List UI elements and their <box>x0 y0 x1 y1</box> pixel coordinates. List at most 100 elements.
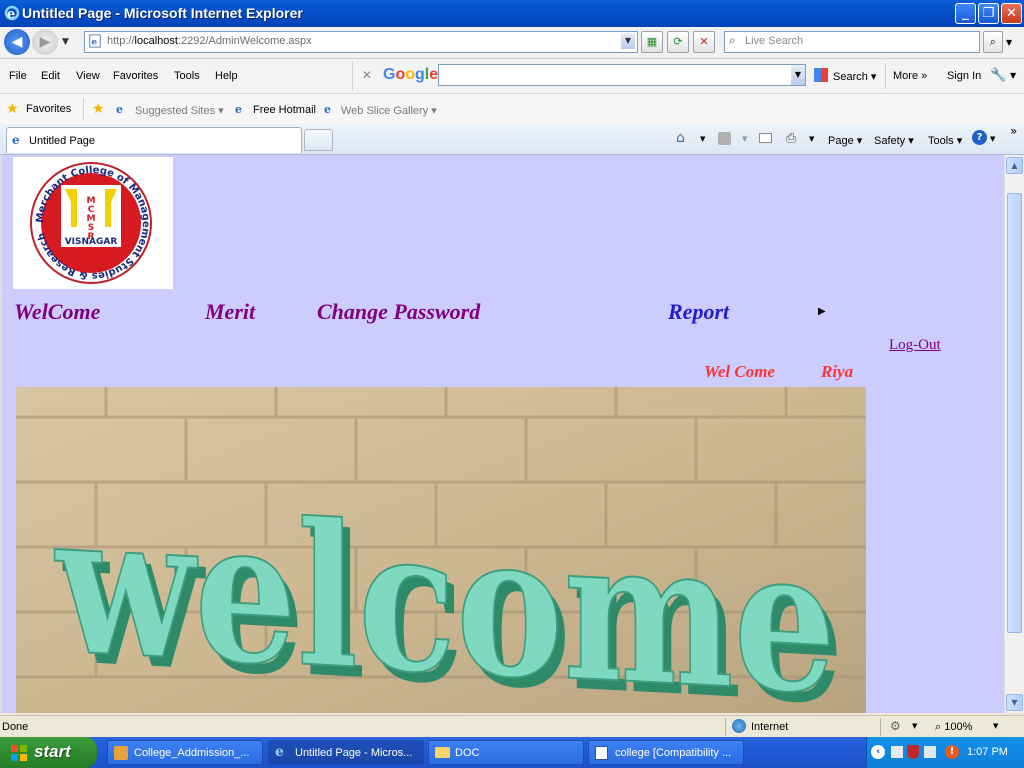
recent-pages-chevron-icon[interactable]: ▼ <box>62 37 69 47</box>
help-icon[interactable]: ? <box>972 130 987 145</box>
menu-favorites[interactable]: Favorites <box>113 70 158 82</box>
refresh-icon[interactable]: ⟳ <box>667 31 689 53</box>
menu-divider <box>352 61 353 91</box>
menu-view[interactable]: View <box>76 70 100 82</box>
tray-monitor-icon[interactable] <box>924 746 936 758</box>
protected-mode-icon[interactable]: ⚙ <box>890 719 901 733</box>
menu-tools[interactable]: Tools <box>174 70 200 82</box>
ie-task-icon: e <box>275 744 284 760</box>
google-logo: Google <box>383 66 439 83</box>
user-name: Riya <box>821 362 854 381</box>
globe-icon <box>732 719 746 733</box>
close-toolbar-icon[interactable]: ✕ <box>362 68 372 82</box>
maximize-button[interactable]: ❐ <box>978 3 999 24</box>
protected-mode-chevron-icon[interactable]: ▼ <box>912 722 917 730</box>
logo-place: VISNAGAR <box>65 237 118 247</box>
favorites-button[interactable]: Favorites <box>26 103 71 115</box>
live-search-input[interactable]: ⌕ Live Search <box>724 31 980 53</box>
task-untitled-page[interactable]: e Untitled Page - Micros... <box>268 740 424 765</box>
suggested-sites-link[interactable]: Suggested Sites ▾ <box>135 104 224 117</box>
safety-menu[interactable]: Safety ▾ <box>874 134 914 147</box>
tray-expand-icon[interactable]: ‹ <box>871 745 885 759</box>
toolbar-overflow-icon[interactable]: » <box>1010 124 1017 138</box>
sign-in-button[interactable]: Sign In <box>947 70 981 82</box>
google-search-button[interactable]: Search ▾ <box>833 70 876 83</box>
feeds-chevron-icon[interactable]: ▼ <box>742 135 747 143</box>
tray-network-icon[interactable] <box>891 746 903 758</box>
web-slice-gallery-link[interactable]: Web Slice Gallery ▾ <box>341 104 437 117</box>
menu-edit[interactable]: Edit <box>41 70 60 82</box>
free-hotmail-link[interactable]: Free Hotmail <box>253 104 316 116</box>
wrench-icon[interactable]: 🔧 <box>990 68 1006 83</box>
page-icon: e <box>89 34 101 48</box>
scroll-thumb[interactable] <box>1007 193 1022 633</box>
wrench-chevron-icon[interactable]: ▼ <box>1010 71 1016 80</box>
page-content: Merchant College of Management Studies &… <box>0 155 1004 713</box>
feeds-icon[interactable] <box>718 132 731 145</box>
tab-bar: e Untitled Page ⌂ ▼ ▼ ⎙ ▼ Page ▾ Safety … <box>0 124 1024 155</box>
task-label: Untitled Page - Micros... <box>295 747 413 759</box>
stop-icon[interactable]: ✕ <box>693 31 715 53</box>
menu-divider-2 <box>885 63 886 89</box>
new-tab-button[interactable] <box>304 129 333 151</box>
google-search-icon <box>814 68 828 82</box>
nav-merit[interactable]: Merit <box>205 299 255 325</box>
welcome-label: Wel Come <box>704 362 775 381</box>
nav-welcome[interactable]: WelCome <box>14 299 100 325</box>
tab-untitled-page[interactable]: e Untitled Page <box>6 127 302 153</box>
address-dropdown-icon[interactable]: ▼ <box>621 33 635 49</box>
task-college-admission[interactable]: College_Addmission_... <box>107 740 263 765</box>
svg-text:e: e <box>7 7 15 21</box>
mail-icon[interactable] <box>759 133 772 143</box>
scroll-down-icon[interactable]: ▼ <box>1006 694 1023 711</box>
ie-logo-icon: e <box>4 5 20 21</box>
ie-tab-icon: e <box>12 133 20 147</box>
menu-help[interactable]: Help <box>215 70 238 82</box>
zoom-level[interactable]: ⌕ 100% <box>935 721 972 734</box>
page-menu[interactable]: Page ▾ <box>828 134 862 147</box>
window-title: Untitled Page - Microsoft Internet Explo… <box>22 5 303 21</box>
minimize-button[interactable]: _ <box>955 3 976 24</box>
google-dropdown-icon[interactable]: ▼ <box>791 65 805 85</box>
college-logo: Merchant College of Management Studies &… <box>13 157 173 289</box>
report-submenu-arrow-icon[interactable]: ▶ <box>818 306 826 317</box>
add-favorite-icon[interactable]: ★ <box>92 101 105 117</box>
compatibility-view-icon[interactable]: ▦ <box>641 31 663 53</box>
college-seal-icon: Merchant College of Management Studies &… <box>30 162 152 284</box>
home-chevron-icon[interactable]: ▼ <box>700 135 705 143</box>
tray-shield-icon[interactable] <box>907 745 919 759</box>
app-icon <box>114 746 128 760</box>
nav-change-password[interactable]: Change Password <box>317 299 480 325</box>
start-label: start <box>34 742 71 761</box>
tools-menu[interactable]: Tools ▾ <box>928 134 962 147</box>
tray-alert-icon[interactable]: ! <box>945 745 959 759</box>
welcome-banner-image: welcome welcome <box>16 387 866 713</box>
scroll-up-icon[interactable]: ▲ <box>1006 157 1023 174</box>
google-search-input[interactable]: ▼ <box>438 64 806 86</box>
task-college-word[interactable]: college [Compatibility ... <box>588 740 744 765</box>
start-button[interactable]: start <box>0 737 97 768</box>
address-bar[interactable]: e http://localhost:2292/AdminWelcome.asp… <box>84 31 638 53</box>
search-go-icon[interactable]: ⌕ <box>983 31 1003 53</box>
close-button[interactable]: ✕ <box>1001 3 1022 24</box>
status-text: Done <box>2 721 29 733</box>
vertical-scrollbar[interactable]: ▲ ▼ <box>1004 155 1024 713</box>
more-button[interactable]: More » <box>893 70 927 82</box>
ie-page-icon: e <box>324 103 331 116</box>
print-icon[interactable]: ⎙ <box>786 131 796 146</box>
task-doc-folder[interactable]: DOC <box>428 740 584 765</box>
forward-arrow-icon[interactable]: ▶ <box>32 29 58 55</box>
menu-file[interactable]: File <box>9 70 27 82</box>
back-arrow-icon[interactable]: ◀ <box>4 29 30 55</box>
logout-link[interactable]: Log-Out <box>889 337 941 354</box>
folder-icon <box>435 747 450 758</box>
favorites-star-icon: ★ <box>6 101 19 117</box>
menu-bar: File Edit View Favorites Tools Help ✕ Go… <box>0 59 1024 94</box>
zoom-chevron-icon[interactable]: ▼ <box>993 722 998 730</box>
nav-report[interactable]: Report <box>668 299 729 325</box>
ie-page-icon: e <box>235 103 242 116</box>
print-chevron-icon[interactable]: ▼ <box>809 135 814 143</box>
help-chevron-icon[interactable]: ▼ <box>990 135 995 143</box>
search-options-chevron-icon[interactable]: ▼ <box>1006 38 1012 47</box>
home-icon[interactable]: ⌂ <box>676 130 685 146</box>
